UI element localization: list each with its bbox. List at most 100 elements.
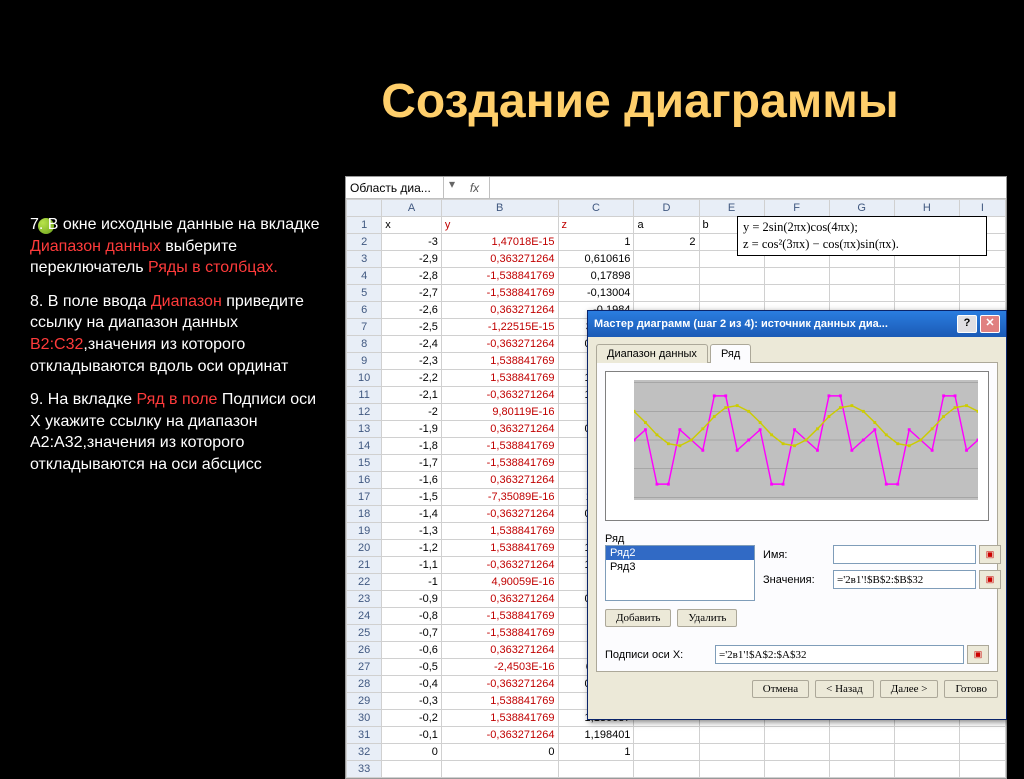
cell[interactable] (894, 285, 959, 302)
cell[interactable] (764, 744, 829, 761)
cell[interactable]: -1,538841769 (441, 625, 558, 642)
cell[interactable]: -2,5 (382, 319, 442, 336)
row-header[interactable]: 21 (347, 557, 382, 574)
column-header[interactable]: E (699, 200, 764, 217)
cell[interactable] (959, 761, 1005, 778)
cell[interactable]: -2,8 (382, 268, 442, 285)
back-button[interactable]: < Назад (815, 680, 874, 698)
cell[interactable]: -1,538841769 (441, 455, 558, 472)
add-series-button[interactable]: Добавить (605, 609, 671, 627)
cell[interactable]: 0,17898 (558, 268, 634, 285)
remove-series-button[interactable]: Удалить (677, 609, 737, 627)
cell[interactable] (634, 744, 699, 761)
cell[interactable]: 1,538841769 (441, 540, 558, 557)
cell[interactable] (829, 744, 894, 761)
cell[interactable] (829, 285, 894, 302)
row-header[interactable]: 8 (347, 336, 382, 353)
cell[interactable]: -1,6 (382, 472, 442, 489)
cell[interactable]: -2,2 (382, 370, 442, 387)
name-box[interactable]: Область диа... (346, 177, 444, 198)
row-header[interactable]: 25 (347, 625, 382, 642)
finish-button[interactable]: Готово (944, 680, 998, 698)
cell[interactable]: -1,22515E-15 (441, 319, 558, 336)
cell[interactable]: -0,6 (382, 642, 442, 659)
ref-select-icon[interactable]: ▣ (967, 645, 989, 664)
cell[interactable]: 1,538841769 (441, 710, 558, 727)
cell[interactable]: 2 (634, 234, 699, 251)
cell[interactable]: 0,363271264 (441, 421, 558, 438)
row-header[interactable]: 32 (347, 744, 382, 761)
row-header[interactable]: 3 (347, 251, 382, 268)
row-header[interactable]: 30 (347, 710, 382, 727)
cell[interactable] (634, 727, 699, 744)
cell[interactable] (894, 268, 959, 285)
list-item[interactable]: Ряд3 (606, 560, 754, 574)
cell[interactable] (764, 761, 829, 778)
cell[interactable]: 0,610616 (558, 251, 634, 268)
cell[interactable]: -2,4 (382, 336, 442, 353)
select-all-cell[interactable] (347, 200, 382, 217)
cell[interactable]: -1 (382, 574, 442, 591)
next-button[interactable]: Далее > (880, 680, 939, 698)
cell[interactable]: -0,5 (382, 659, 442, 676)
cell[interactable] (699, 285, 764, 302)
cell[interactable] (829, 268, 894, 285)
xlabels-input[interactable] (715, 645, 964, 664)
series-values-input[interactable] (833, 570, 976, 589)
cell[interactable]: -1,1 (382, 557, 442, 574)
cell[interactable] (699, 744, 764, 761)
cell[interactable]: -0,363271264 (441, 387, 558, 404)
cell[interactable] (764, 268, 829, 285)
row-header[interactable]: 29 (347, 693, 382, 710)
cell[interactable] (829, 727, 894, 744)
cell[interactable] (441, 761, 558, 778)
cell[interactable] (699, 268, 764, 285)
cell[interactable] (699, 761, 764, 778)
row-header[interactable]: 4 (347, 268, 382, 285)
row-header[interactable]: 7 (347, 319, 382, 336)
cell[interactable]: -0,9 (382, 591, 442, 608)
row-header[interactable]: 20 (347, 540, 382, 557)
row-header[interactable]: 33 (347, 761, 382, 778)
row-header[interactable]: 31 (347, 727, 382, 744)
ref-select-icon[interactable]: ▣ (979, 545, 1001, 564)
cell[interactable] (894, 744, 959, 761)
cell[interactable]: -2,7 (382, 285, 442, 302)
row-header[interactable]: 2 (347, 234, 382, 251)
cell[interactable] (634, 268, 699, 285)
row-header[interactable]: 26 (347, 642, 382, 659)
cell[interactable]: -0,7 (382, 625, 442, 642)
cell[interactable]: -1,5 (382, 489, 442, 506)
close-button[interactable]: ✕ (980, 315, 1000, 333)
series-listbox[interactable]: Ряд2 Ряд3 (605, 545, 755, 601)
cell[interactable]: -0,363271264 (441, 557, 558, 574)
cell[interactable] (959, 285, 1005, 302)
ref-select-icon[interactable]: ▣ (979, 570, 1001, 589)
column-header[interactable]: G (829, 200, 894, 217)
cell[interactable] (764, 285, 829, 302)
column-header[interactable]: H (894, 200, 959, 217)
cell[interactable] (764, 727, 829, 744)
name-box-dropdown-icon[interactable]: ▾ (444, 177, 460, 198)
column-header[interactable]: B (441, 200, 558, 217)
row-header[interactable]: 9 (347, 353, 382, 370)
cell[interactable]: y (441, 217, 558, 234)
cell[interactable] (634, 761, 699, 778)
cell[interactable]: -2,4503E-16 (441, 659, 558, 676)
row-header[interactable]: 14 (347, 438, 382, 455)
cell[interactable]: -0,363271264 (441, 506, 558, 523)
cell[interactable]: -2 (382, 404, 442, 421)
row-header[interactable]: 18 (347, 506, 382, 523)
row-header[interactable]: 5 (347, 285, 382, 302)
tab-series[interactable]: Ряд (710, 344, 751, 363)
cell[interactable]: 0,363271264 (441, 472, 558, 489)
help-button[interactable]: ? (957, 315, 977, 333)
cell[interactable]: 9,80119E-16 (441, 404, 558, 421)
cell[interactable]: 0 (382, 744, 442, 761)
row-header[interactable]: 6 (347, 302, 382, 319)
row-header[interactable]: 15 (347, 455, 382, 472)
column-header[interactable]: I (959, 200, 1005, 217)
cell[interactable]: -1,4 (382, 506, 442, 523)
cell[interactable]: -1,538841769 (441, 285, 558, 302)
cell[interactable]: -1,538841769 (441, 268, 558, 285)
